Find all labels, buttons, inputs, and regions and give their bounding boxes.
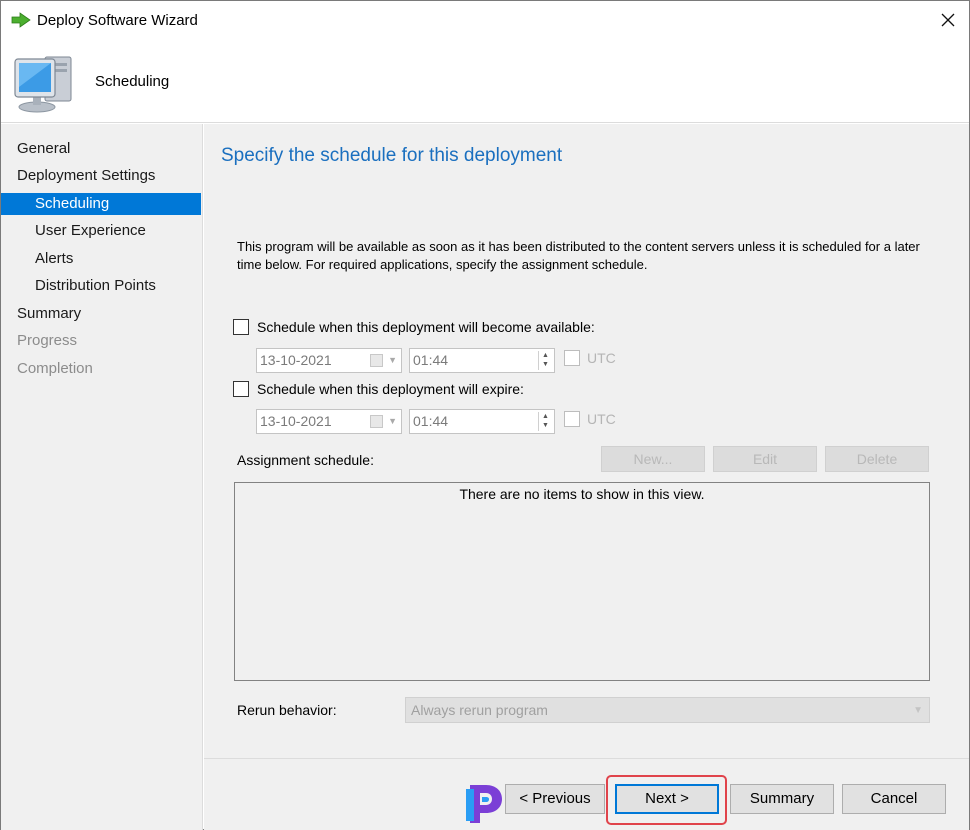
expire-date-value: 13-10-2021: [260, 413, 332, 429]
calendar-icon: [370, 415, 383, 428]
expire-schedule-row[interactable]: Schedule when this deployment will expir…: [233, 381, 524, 397]
expire-checkbox[interactable]: [233, 381, 249, 397]
nav-item-summary[interactable]: Summary: [1, 303, 201, 325]
assignment-schedule-label: Assignment schedule:: [237, 452, 374, 468]
nav-item-progress: Progress: [17, 332, 78, 349]
edit-button: Edit: [713, 446, 817, 472]
available-utc-checkbox: [564, 350, 580, 366]
available-schedule-row[interactable]: Schedule when this deployment will becom…: [233, 319, 595, 335]
next-button[interactable]: Next >: [615, 784, 719, 814]
expire-checkbox-label: Schedule when this deployment will expir…: [257, 381, 524, 397]
nav-item-general[interactable]: General: [1, 138, 201, 160]
empty-list-message: There are no items to show in this view.: [459, 486, 705, 502]
expire-utc-checkbox: [564, 411, 580, 427]
nav-item-alerts[interactable]: Alerts: [1, 248, 201, 270]
computer-icon: [14, 56, 72, 113]
title-bar: Deploy Software Wizard: [1, 1, 969, 41]
green-arrow-icon: [11, 12, 31, 28]
wizard-header: Scheduling: [1, 41, 969, 123]
available-date-value: 13-10-2021: [260, 352, 332, 368]
available-checkbox-label: Schedule when this deployment will becom…: [257, 319, 595, 335]
cancel-button[interactable]: Cancel: [842, 784, 946, 814]
wizard-footer: < Previous Next > Summary Cancel: [204, 758, 969, 830]
wizard-window: Deploy Software Wizard Scheduling Genera…: [0, 0, 970, 830]
expire-date-picker: 13-10-2021 ▼: [256, 409, 402, 434]
rerun-behavior-select: Always rerun program ▼: [405, 697, 930, 723]
chevron-down-icon: ▼: [388, 416, 397, 426]
chevron-down-icon: ▼: [913, 705, 923, 716]
summary-button[interactable]: Summary: [730, 784, 834, 814]
close-icon[interactable]: [939, 11, 957, 29]
rerun-behavior-value: Always rerun program: [411, 702, 548, 718]
nav-item-distribution-points[interactable]: Distribution Points: [1, 275, 201, 297]
description-text: This program will be available as soon a…: [237, 239, 920, 272]
main-panel: Specify the schedule for this deployment…: [204, 124, 969, 758]
brand-logo-icon: [466, 785, 502, 823]
available-checkbox[interactable]: [233, 319, 249, 335]
rerun-behavior-label: Rerun behavior:: [237, 702, 337, 718]
nav-item-scheduling[interactable]: Scheduling: [1, 193, 201, 215]
expire-time-value: 01:44: [413, 413, 449, 429]
nav-item-user-experience[interactable]: User Experience: [1, 220, 201, 242]
page-title: Specify the schedule for this deployment: [221, 145, 563, 166]
expire-utc-row: UTC: [564, 411, 616, 427]
previous-button[interactable]: < Previous: [505, 784, 605, 814]
available-utc-label: UTC: [587, 350, 616, 366]
wizard-nav: General Deployment Settings Scheduling U…: [1, 124, 203, 830]
assignment-list[interactable]: There are no items to show in this view.: [234, 482, 930, 681]
nav-item-deployment-settings[interactable]: Deployment Settings: [1, 165, 201, 187]
page-header-title: Scheduling: [95, 73, 170, 90]
expire-time-picker: 01:44 ▲ ▼: [409, 409, 555, 434]
time-spinner: ▲ ▼: [538, 351, 552, 370]
new-button: New...: [601, 446, 705, 472]
expire-utc-label: UTC: [587, 411, 616, 427]
chevron-down-icon: ▼: [388, 355, 397, 365]
calendar-icon: [370, 354, 383, 367]
available-utc-row: UTC: [564, 350, 616, 366]
available-time-picker: 01:44 ▲ ▼: [409, 348, 555, 373]
available-time-value: 01:44: [413, 352, 449, 368]
available-date-picker: 13-10-2021 ▼: [256, 348, 402, 373]
time-spinner: ▲ ▼: [538, 412, 552, 431]
window-title: Deploy Software Wizard: [37, 12, 198, 29]
nav-item-completion: Completion: [17, 360, 93, 377]
delete-button: Delete: [825, 446, 929, 472]
